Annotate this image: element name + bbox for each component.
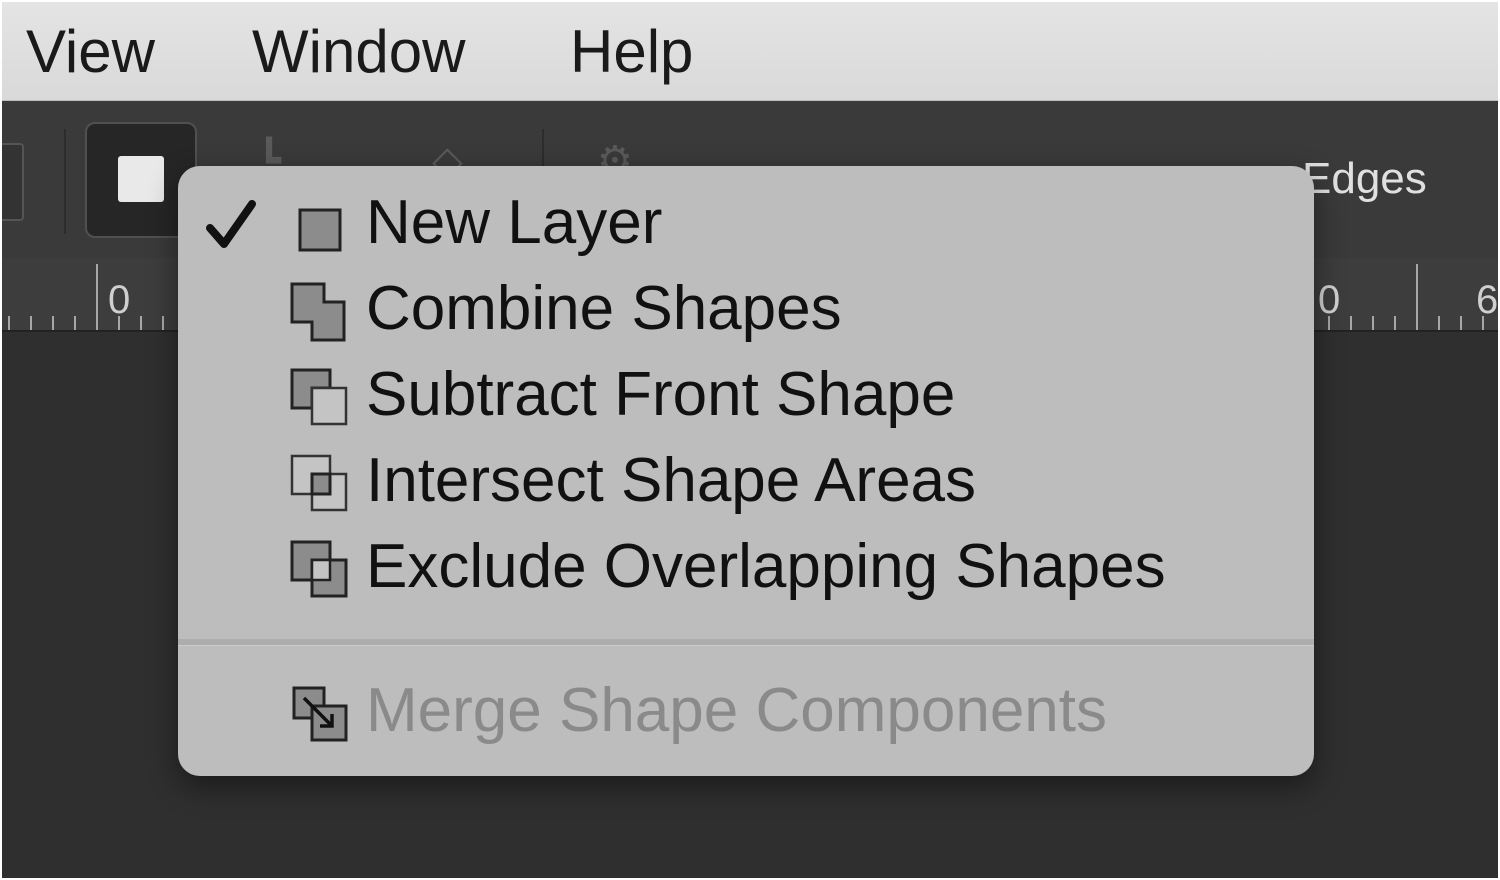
checkmark-icon: [206, 200, 256, 248]
ruler-tick: [74, 316, 76, 330]
ruler-tick: [30, 316, 32, 330]
ruler-tick: [52, 316, 54, 330]
ruler-tick: [118, 316, 120, 330]
tool-preset-button[interactable]: [2, 143, 24, 221]
ruler-tick: [140, 316, 142, 330]
path-operations-menu: New Layer Combine Shapes Subtract Front …: [178, 166, 1314, 776]
ruler-tick: [1394, 316, 1396, 330]
merge-shape-components-icon: [292, 686, 348, 742]
menu-item-label: Combine Shapes: [366, 274, 842, 343]
ruler-tick: [1372, 316, 1374, 330]
menu-item-label: Intersect Shape Areas: [366, 446, 977, 515]
menu-bar: View Window Help: [2, 2, 1498, 101]
menu-item-label: Merge Shape Components: [366, 676, 1108, 745]
align-edges-label[interactable]: Edges: [1302, 151, 1427, 207]
menu-item-combine-shapes[interactable]: Combine Shapes: [178, 266, 1314, 352]
menu-item-merge-shape-components: Merge Shape Components: [178, 668, 1314, 754]
app-window: View Window Help ┗ ◇ ⚙ Edges 0 0 6 New L…: [2, 2, 1498, 878]
ruler-tick: [162, 316, 164, 330]
menu-window[interactable]: Window: [252, 16, 465, 88]
ruler-tick: [1482, 316, 1484, 330]
menu-item-label: Subtract Front Shape: [366, 360, 956, 429]
menu-view[interactable]: View: [26, 16, 155, 88]
subtract-front-shape-icon: [290, 368, 348, 426]
menu-item-subtract-front-shape[interactable]: Subtract Front Shape: [178, 352, 1314, 438]
menu-item-label: Exclude Overlapping Shapes: [366, 532, 1166, 601]
new-layer-icon: [298, 208, 342, 252]
ruler-tick: [8, 316, 10, 330]
ruler-tick: [1438, 316, 1440, 330]
intersect-shape-areas-icon: [290, 454, 348, 512]
ruler-tick: [1328, 316, 1330, 330]
menu-item-label: New Layer: [366, 188, 663, 257]
exclude-overlapping-shapes-icon: [290, 540, 348, 598]
ruler-tick: [1350, 316, 1352, 330]
fill-swatch: [118, 156, 164, 202]
ruler-tick: [1416, 264, 1418, 330]
menu-separator: [178, 639, 1314, 646]
menu-item-new-layer[interactable]: New Layer: [178, 180, 1314, 266]
menu-item-intersect-shape-areas[interactable]: Intersect Shape Areas: [178, 438, 1314, 524]
ruler-tick: [96, 264, 98, 330]
toolbar-divider: [64, 129, 66, 234]
menu-item-exclude-overlapping-shapes[interactable]: Exclude Overlapping Shapes: [178, 524, 1314, 610]
menu-help[interactable]: Help: [570, 16, 693, 88]
ruler-tick: [1460, 316, 1462, 330]
combine-shapes-icon: [290, 282, 346, 342]
ruler-number: 6: [1476, 278, 1498, 322]
